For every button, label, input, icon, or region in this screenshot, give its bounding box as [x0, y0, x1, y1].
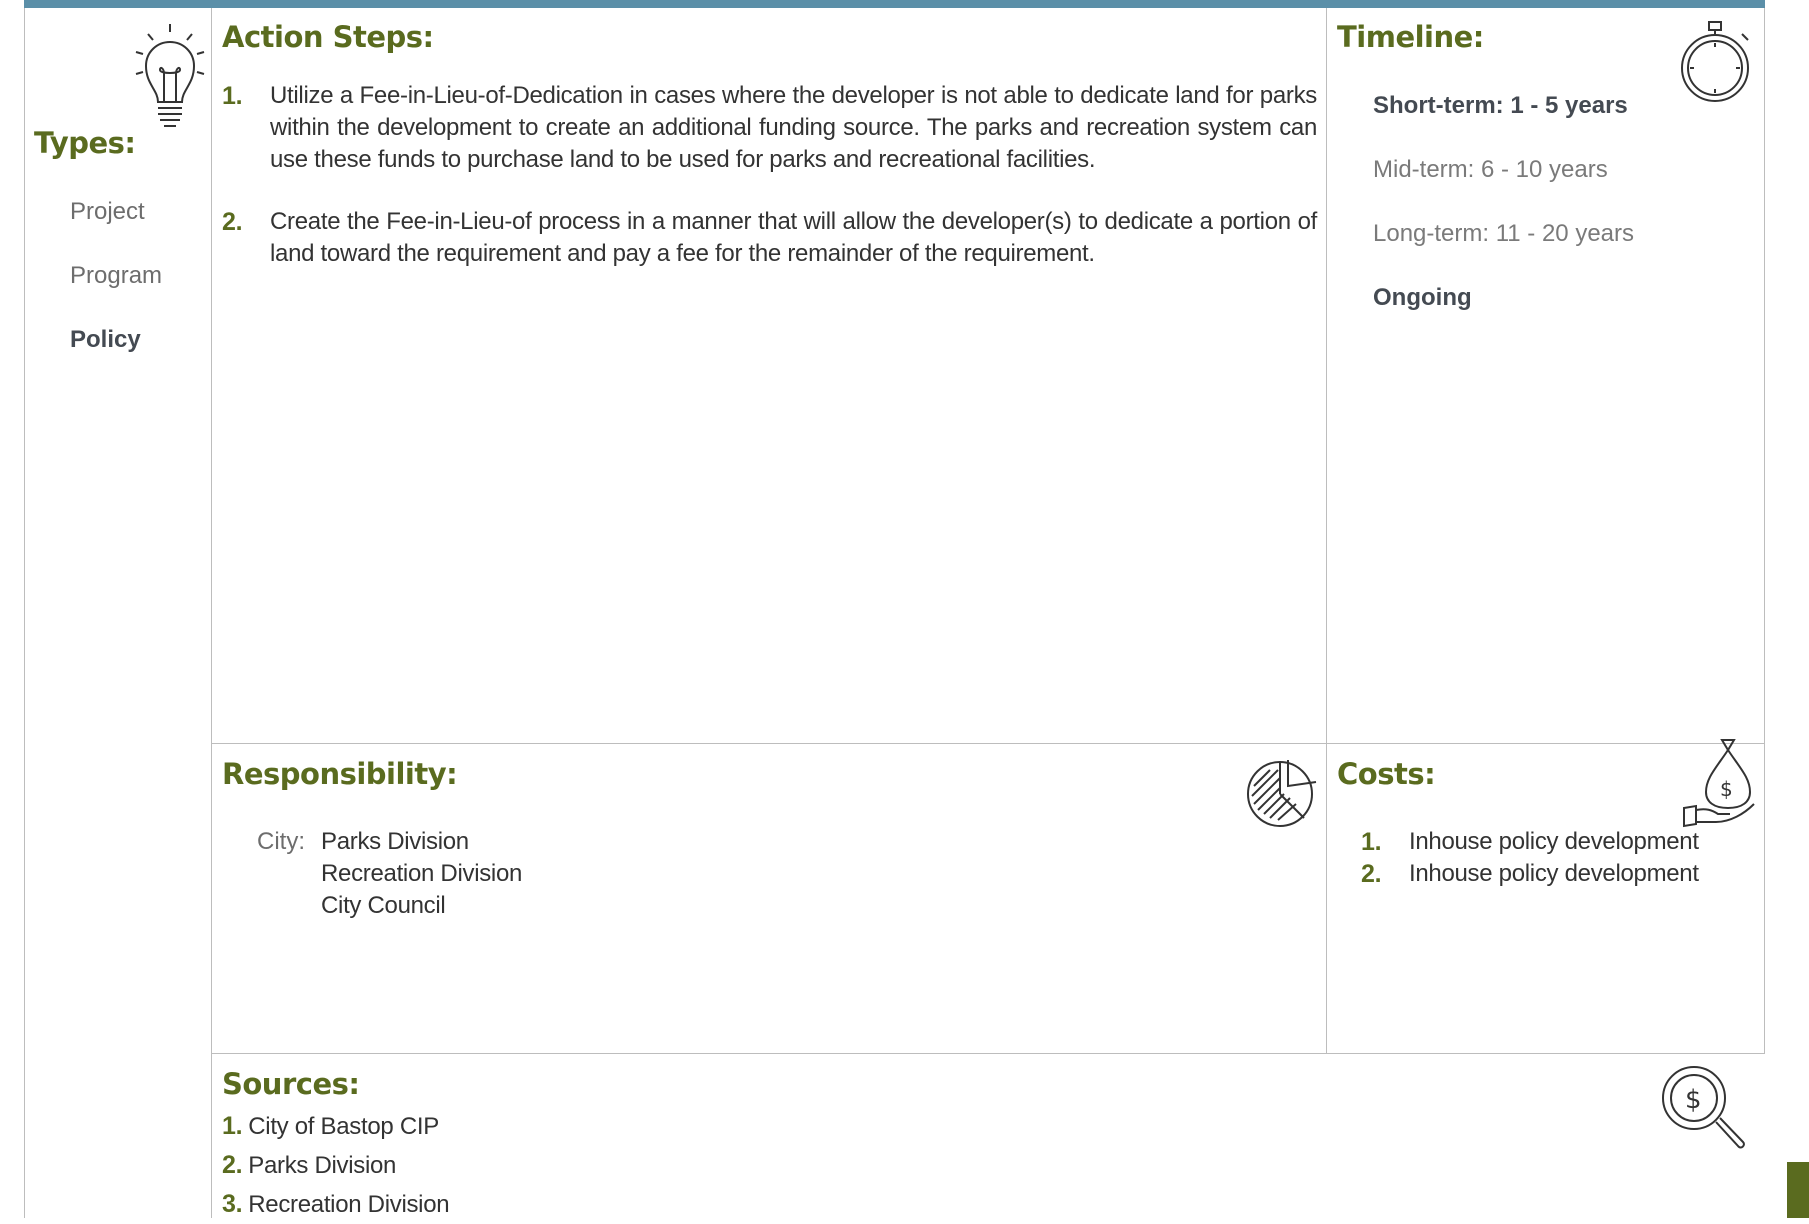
cost-item: 1. Inhouse policy development [1361, 826, 1699, 858]
responsible-party: City Council [321, 892, 446, 919]
sources-list: 1. City of Bastop CIP 2. Parks Division 3.… [222, 1107, 450, 1224]
money-bag-hand-icon: $ [1682, 738, 1756, 828]
type-policy: Policy [70, 326, 141, 353]
source-number: 1. [222, 1112, 243, 1140]
timeline-ongoing: Ongoing [1373, 284, 1472, 311]
stopwatch-icon [1676, 20, 1754, 102]
page-edge-tab [1787, 1162, 1809, 1218]
types-divider [211, 8, 212, 1218]
source-text: Recreation Division [248, 1191, 450, 1218]
source-item: 1. City of Bastop CIP [222, 1107, 449, 1146]
source-number: 3. [222, 1190, 243, 1218]
responsibility-label: City: [257, 828, 305, 855]
action-steps-list: 1. Utilize a Fee-in-Lieu-of-Dedication i… [222, 80, 1317, 300]
action-step: 1. Utilize a Fee-in-Lieu-of-Dedication i… [222, 80, 1317, 176]
cost-number: 1. [1361, 828, 1382, 856]
cost-number: 2. [1361, 860, 1382, 888]
timeline-short-term: Short-term: 1 - 5 years [1373, 92, 1628, 119]
step-text: Utilize a Fee-in-Lieu-of-Dedication in c… [270, 82, 1317, 173]
step-number: 1. [222, 82, 243, 110]
left-border [24, 8, 25, 1218]
lightbulb-icon [130, 22, 210, 130]
action-step: 2. Create the Fee-in-Lieu-of process in … [222, 206, 1317, 270]
source-number: 2. [222, 1151, 243, 1179]
type-project: Project [70, 198, 145, 225]
action-steps-heading: Action Steps: [222, 20, 434, 54]
responsible-party: Recreation Division [321, 860, 523, 887]
timeline-divider [1326, 8, 1327, 1054]
cost-text: Inhouse policy development [1409, 828, 1699, 855]
source-text: City of Bastop CIP [248, 1113, 439, 1140]
middle-divider [211, 743, 1765, 744]
sources-heading: Sources: [222, 1067, 360, 1101]
cost-item: 2. Inhouse policy development [1361, 858, 1699, 890]
source-text: Parks Division [248, 1152, 397, 1179]
costs-heading: Costs: [1337, 757, 1436, 791]
timeline-heading: Timeline: [1337, 20, 1484, 54]
type-program: Program [70, 262, 163, 289]
responsibility-values: Parks Division Recreation Division City … [321, 826, 522, 922]
right-border [1764, 8, 1765, 1054]
types-heading: Types: [34, 126, 136, 160]
step-number: 2. [222, 208, 243, 236]
timeline-long-term: Long-term: 11 - 20 years [1373, 220, 1635, 247]
top-accent-bar [24, 0, 1765, 8]
svg-text:$: $ [1720, 777, 1733, 801]
sources-divider [211, 1053, 1765, 1054]
cost-text: Inhouse policy development [1409, 860, 1699, 887]
source-item: 3. Recreation Division [222, 1185, 450, 1224]
responsibility-block: City: Parks Division Recreation Division… [257, 826, 522, 922]
source-item: 2. Parks Division [222, 1146, 449, 1185]
costs-list: 1. Inhouse policy development 2. Inhouse… [1361, 826, 1699, 890]
pie-chart-icon [1244, 756, 1320, 828]
timeline-mid-term: Mid-term: 6 - 10 years [1373, 156, 1608, 183]
step-text: Create the Fee-in-Lieu-of process in a m… [270, 208, 1317, 267]
magnifier-dollar-icon: $ [1660, 1064, 1748, 1152]
responsibility-heading: Responsibility: [222, 757, 458, 791]
svg-text:$: $ [1685, 1085, 1702, 1115]
responsible-party: Parks Division [321, 828, 469, 855]
